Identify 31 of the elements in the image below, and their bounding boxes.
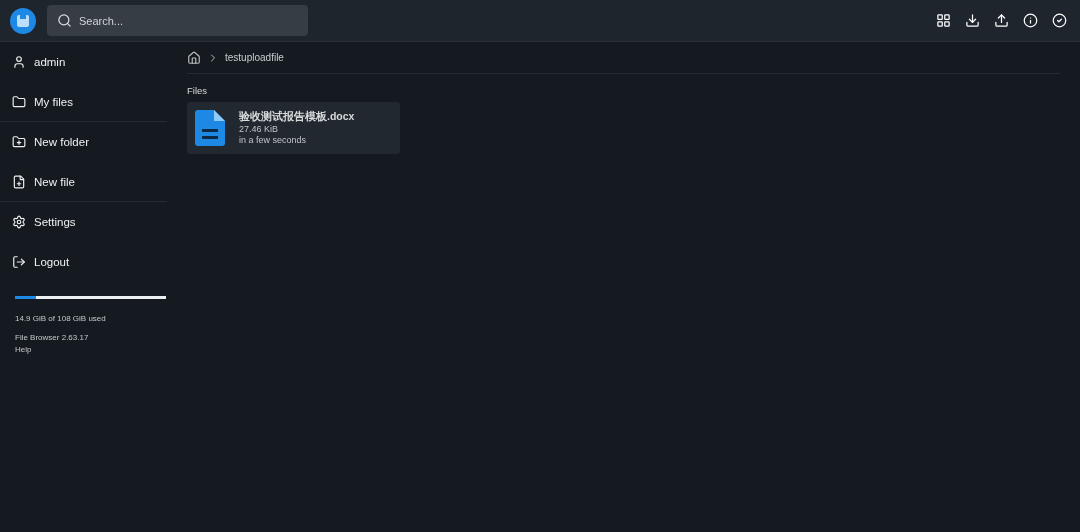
upload-icon[interactable]: [994, 13, 1009, 28]
breadcrumb-link[interactable]: testuploadfile: [225, 52, 284, 63]
search-field[interactable]: Search...: [47, 5, 308, 36]
document-icon: [195, 110, 225, 146]
sidebar-item[interactable]: New file: [0, 162, 167, 202]
footer-text[interactable]: Help: [15, 345, 152, 354]
sidebar-item[interactable]: My files: [0, 82, 167, 122]
footer-text: File Browser 2.63.17: [15, 333, 90, 342]
file-size: 27.46 KiB: [239, 124, 280, 135]
section-heading: Files: [187, 85, 209, 96]
storage-text: 14.9 GiB of 108 GiB used: [15, 314, 106, 323]
search-icon: [57, 13, 72, 28]
folder-plus-icon: [12, 134, 26, 149]
sidebar-item[interactable]: New folder: [0, 122, 167, 162]
info-icon[interactable]: [1023, 13, 1038, 28]
file-plus-icon: [12, 174, 26, 189]
home-icon[interactable]: [187, 50, 201, 65]
sidebar-item[interactable]: admin: [0, 42, 167, 82]
file-modified: in a few seconds: [239, 135, 308, 146]
settings-icon: [12, 214, 26, 229]
folder-icon: [12, 94, 26, 109]
sidebar-item[interactable]: Logout: [0, 242, 167, 282]
logo-icon[interactable]: [10, 7, 36, 34]
file-card[interactable]: 验收测试报告模板.docx 27.46 KiB in a few seconds: [187, 102, 400, 154]
user-icon: [12, 54, 26, 69]
download-icon[interactable]: [965, 13, 980, 28]
file-name: 验收测试报告模板.docx: [239, 110, 355, 124]
sidebar-item[interactable]: Settings: [0, 202, 167, 242]
check-circle-icon[interactable]: [1052, 13, 1067, 28]
logout-icon: [12, 254, 26, 269]
grid-icon[interactable]: [936, 13, 951, 28]
